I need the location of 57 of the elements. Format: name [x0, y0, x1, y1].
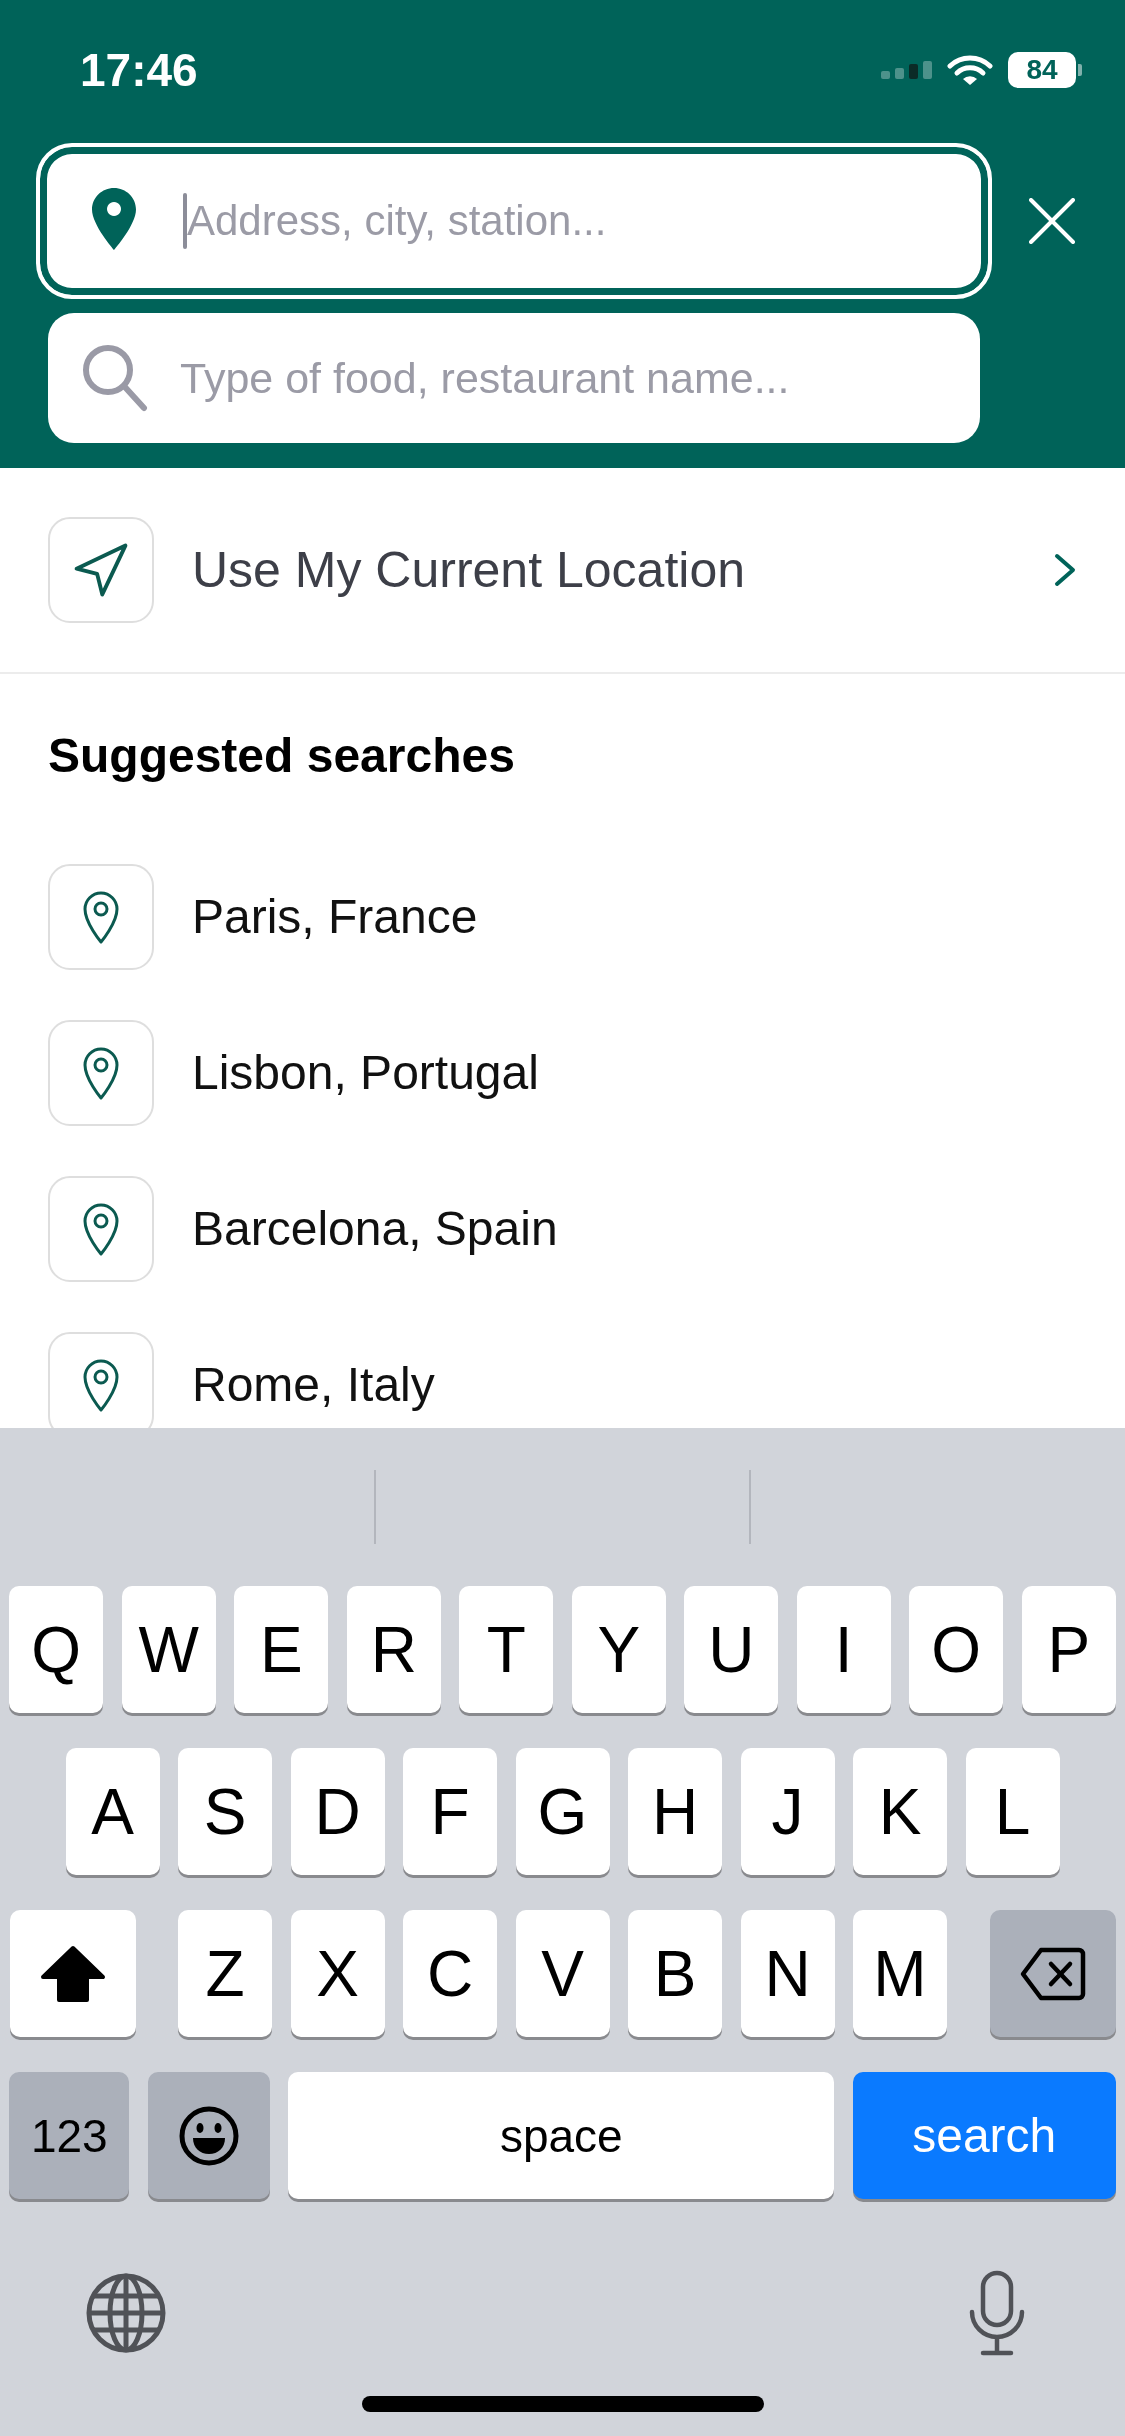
- keyboard-key[interactable]: N: [740, 1910, 835, 2037]
- keyboard-key[interactable]: F: [403, 1748, 497, 1875]
- section-title: Suggested searches: [48, 728, 516, 784]
- keyboard-key[interactable]: B: [628, 1910, 722, 2037]
- keyboard-key[interactable]: K: [853, 1748, 947, 1875]
- signal-icon: [881, 61, 932, 79]
- keyboard-key[interactable]: U: [684, 1586, 779, 1713]
- map-pin-icon: [92, 188, 136, 250]
- keyboard-key[interactable]: V: [515, 1910, 610, 2037]
- suggestion-item[interactable]: Barcelona, Spain: [0, 1176, 1125, 1282]
- close-icon: [1029, 198, 1075, 244]
- keyboard-key[interactable]: H: [628, 1748, 722, 1875]
- suggestion-item[interactable]: Lisbon, Portugal: [0, 1020, 1125, 1126]
- map-pin-icon: [48, 1020, 154, 1126]
- keyboard-key[interactable]: A: [65, 1748, 160, 1875]
- food-search-field[interactable]: Type of food, restaurant name...: [48, 313, 980, 443]
- chevron-right-icon: [1053, 552, 1077, 588]
- keyboard-key[interactable]: O: [909, 1586, 1004, 1713]
- keyboard-key[interactable]: X: [290, 1910, 385, 2037]
- wifi-icon: [947, 54, 993, 86]
- keyboard-key[interactable]: Z: [178, 1910, 272, 2037]
- keyboard-key[interactable]: C: [403, 1910, 497, 2037]
- smiley-icon: [178, 2105, 239, 2166]
- map-pin-icon: [48, 1176, 154, 1282]
- status-time: 17:46: [80, 47, 198, 93]
- suggestion-item[interactable]: Paris, France: [0, 864, 1125, 970]
- space-key[interactable]: space: [288, 2072, 835, 2199]
- map-pin-icon: [48, 864, 154, 970]
- keyboard-key[interactable]: R: [346, 1586, 441, 1713]
- keyboard-key[interactable]: W: [121, 1586, 216, 1713]
- battery-percentage: 84: [1026, 56, 1058, 84]
- keyboard-key[interactable]: L: [965, 1748, 1060, 1875]
- keyboard-key[interactable]: M: [853, 1910, 947, 2037]
- backspace-key[interactable]: [989, 1910, 1116, 2037]
- search-key[interactable]: search: [852, 2072, 1116, 2199]
- backspace-icon: [1019, 1946, 1086, 2001]
- keyboard-key[interactable]: D: [290, 1748, 385, 1875]
- shift-key[interactable]: [9, 1910, 136, 2037]
- shift-arrow-icon: [39, 1944, 106, 2003]
- location-field[interactable]: Address, city, station...: [36, 143, 992, 299]
- keyboard-key[interactable]: G: [515, 1748, 610, 1875]
- keyboard-key[interactable]: T: [459, 1586, 554, 1713]
- keyboard-key[interactable]: P: [1021, 1586, 1116, 1713]
- text-cursor-icon: [183, 193, 187, 249]
- microphone-icon[interactable]: [968, 2270, 1026, 2356]
- keyboard-key[interactable]: Y: [571, 1586, 666, 1713]
- keyboard-key[interactable]: Q: [9, 1586, 104, 1713]
- suggestion-item[interactable]: Rome, Italy: [0, 1332, 1125, 1428]
- keyboard-key[interactable]: S: [178, 1748, 272, 1875]
- emoji-key[interactable]: [147, 2072, 270, 2199]
- keyboard-key[interactable]: J: [740, 1748, 835, 1875]
- keyboard-key[interactable]: E: [234, 1586, 329, 1713]
- numbers-key[interactable]: 123: [9, 2072, 130, 2199]
- keyboard-key[interactable]: I: [796, 1586, 891, 1713]
- current-location-button[interactable]: Use My Current Location: [0, 468, 1125, 674]
- search-icon: [82, 344, 148, 412]
- globe-icon[interactable]: [86, 2273, 166, 2353]
